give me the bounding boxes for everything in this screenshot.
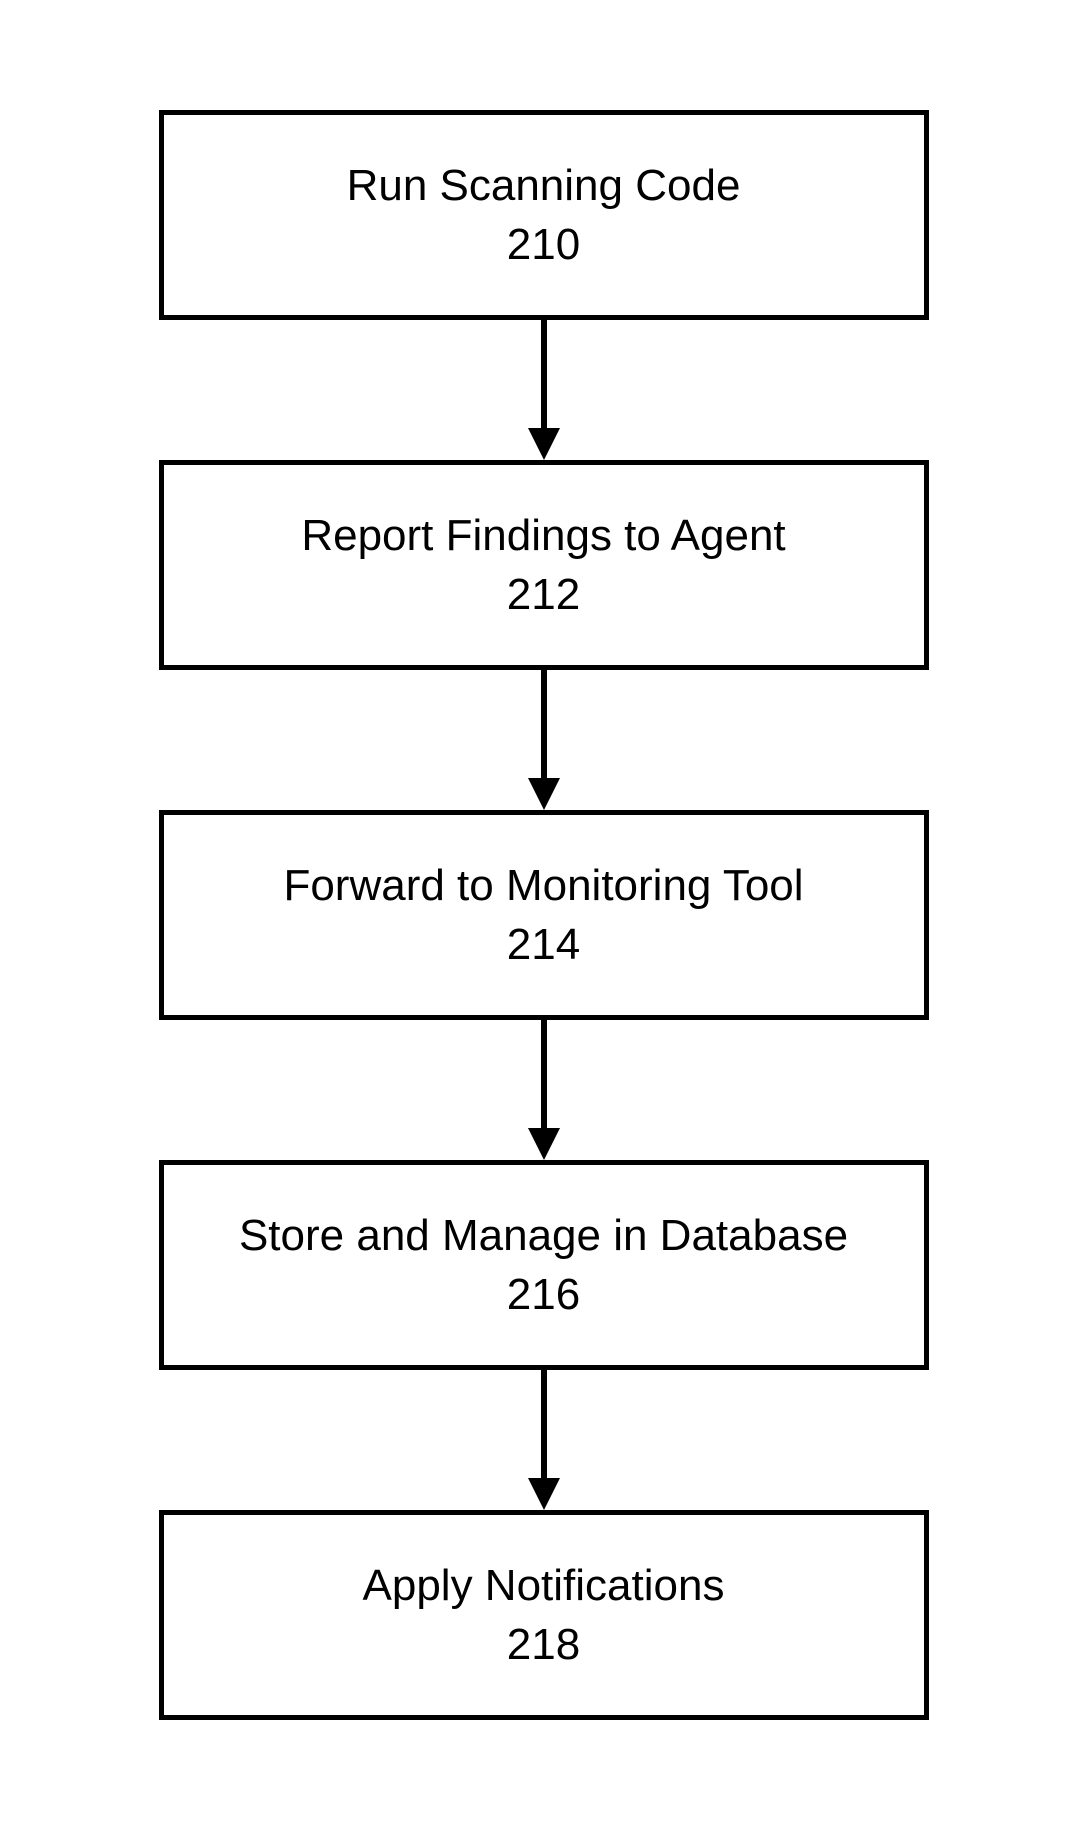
step-title: Apply Notifications xyxy=(363,1558,725,1613)
step-title: Forward to Monitoring Tool xyxy=(283,858,803,913)
step-number: 210 xyxy=(507,217,580,272)
arrow-down-icon xyxy=(524,1020,564,1160)
step-report-findings: Report Findings to Agent 212 xyxy=(159,460,929,670)
step-number: 214 xyxy=(507,917,580,972)
step-store-manage-db: Store and Manage in Database 216 xyxy=(159,1160,929,1370)
step-run-scanning-code: Run Scanning Code 210 xyxy=(159,110,929,320)
arrow-down-icon xyxy=(524,320,564,460)
arrow-down-icon xyxy=(524,670,564,810)
step-number: 218 xyxy=(507,1617,580,1672)
step-title: Report Findings to Agent xyxy=(301,508,785,563)
step-forward-monitoring: Forward to Monitoring Tool 214 xyxy=(159,810,929,1020)
arrow-down-icon xyxy=(524,1370,564,1510)
step-number: 212 xyxy=(507,567,580,622)
step-apply-notifications: Apply Notifications 218 xyxy=(159,1510,929,1720)
step-number: 216 xyxy=(507,1267,580,1322)
step-title: Run Scanning Code xyxy=(347,158,741,213)
step-title: Store and Manage in Database xyxy=(239,1208,848,1263)
